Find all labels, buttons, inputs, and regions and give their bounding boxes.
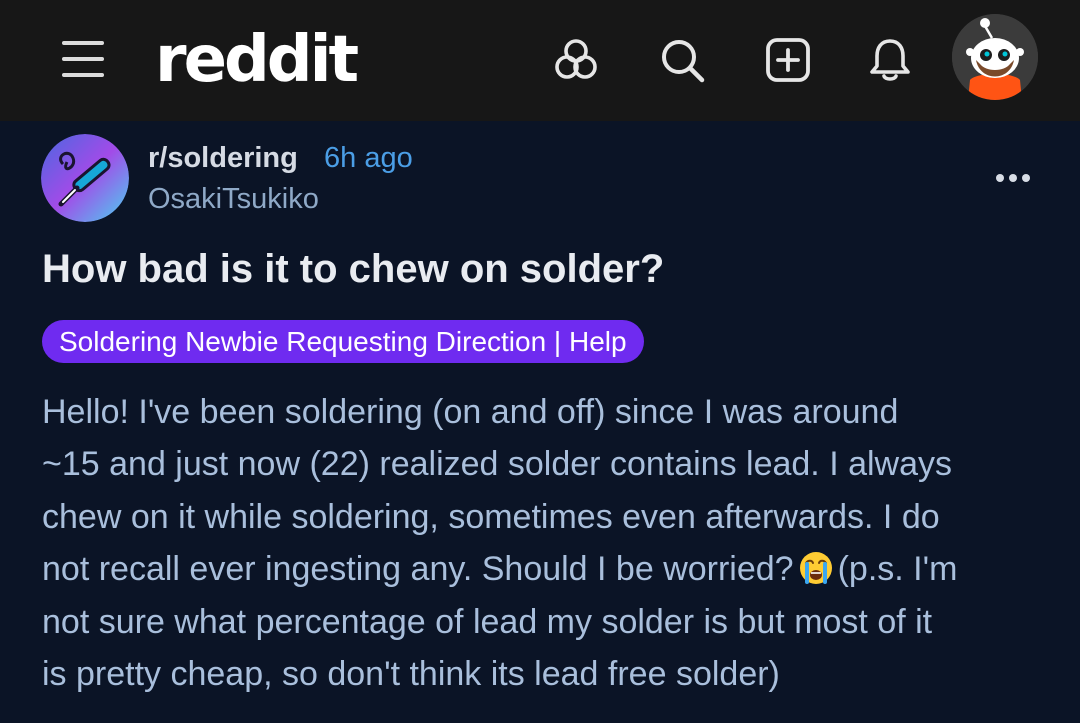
notifications-bell-icon[interactable]	[866, 36, 914, 84]
body-line: ~15 and just now (22) realized solder co…	[42, 445, 953, 484]
subreddit-icon[interactable]	[41, 134, 129, 222]
body-line: chew on it while soldering, sometimes ev…	[42, 497, 940, 536]
body-line-with-emoji: not recall ever ingesting any. Should I …	[42, 543, 1052, 595]
more-options-icon[interactable]	[996, 170, 1032, 186]
post-title: How bad is it to chew on solder?	[42, 247, 665, 291]
post-body: Hello! I've been soldering (on and off) …	[42, 386, 1052, 700]
reddit-logo[interactable]: reddit	[155, 22, 359, 98]
create-post-icon[interactable]	[764, 36, 812, 84]
menu-icon[interactable]	[62, 41, 106, 77]
post-flair[interactable]: Soldering Newbie Requesting Direction | …	[42, 320, 644, 363]
search-icon[interactable]	[658, 36, 706, 84]
post-author[interactable]: OsakiTsukiko	[148, 182, 319, 216]
user-avatar[interactable]	[952, 14, 1038, 100]
crying-face-emoji-icon	[798, 550, 834, 586]
body-line: is pretty cheap, so don't think its lead…	[42, 655, 780, 694]
body-line-segment: (p.s. I'm	[837, 550, 958, 589]
body-line: Hello! I've been soldering (on and off) …	[42, 393, 899, 431]
post-timestamp: 6h ago	[324, 142, 413, 174]
top-navigation-bar: reddit	[0, 0, 1080, 121]
body-line: not sure what percentage of lead my sold…	[42, 602, 933, 641]
body-line-segment: not recall ever ingesting any. Should I …	[42, 550, 794, 589]
subreddit-name[interactable]: r/soldering	[148, 141, 298, 175]
popular-icon[interactable]	[552, 36, 600, 84]
